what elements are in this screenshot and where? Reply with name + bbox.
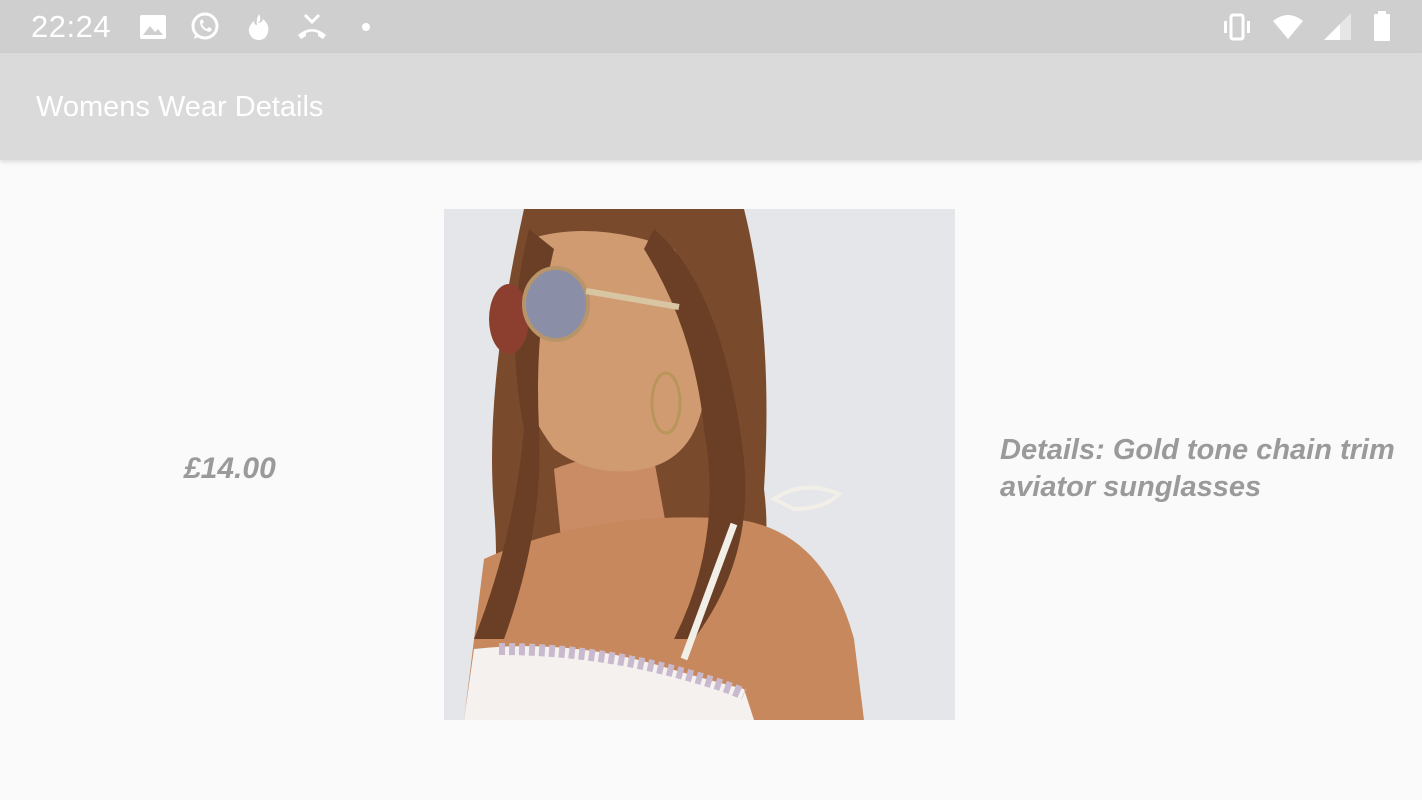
- signal-icon: [1324, 13, 1351, 40]
- model-illustration: [444, 209, 955, 720]
- battery-icon: [1374, 11, 1390, 41]
- status-bar: 22:24: [0, 0, 1422, 53]
- dot-icon: [362, 23, 370, 31]
- whatsapp-icon: [191, 12, 219, 40]
- product-details: Details: Gold tone chain trim aviator su…: [1000, 434, 1395, 503]
- wifi-icon: [1273, 15, 1303, 39]
- status-time: 22:24: [31, 9, 112, 44]
- product-image: [444, 209, 955, 720]
- missed-call-icon: [298, 13, 326, 39]
- page-title: Womens Wear Details: [36, 91, 324, 123]
- tinder-icon: [248, 14, 269, 40]
- image-icon: [140, 15, 166, 39]
- app-bar: Womens Wear Details: [0, 53, 1422, 160]
- vibrate-icon: [1224, 13, 1250, 41]
- product-price: £14.00: [184, 452, 276, 485]
